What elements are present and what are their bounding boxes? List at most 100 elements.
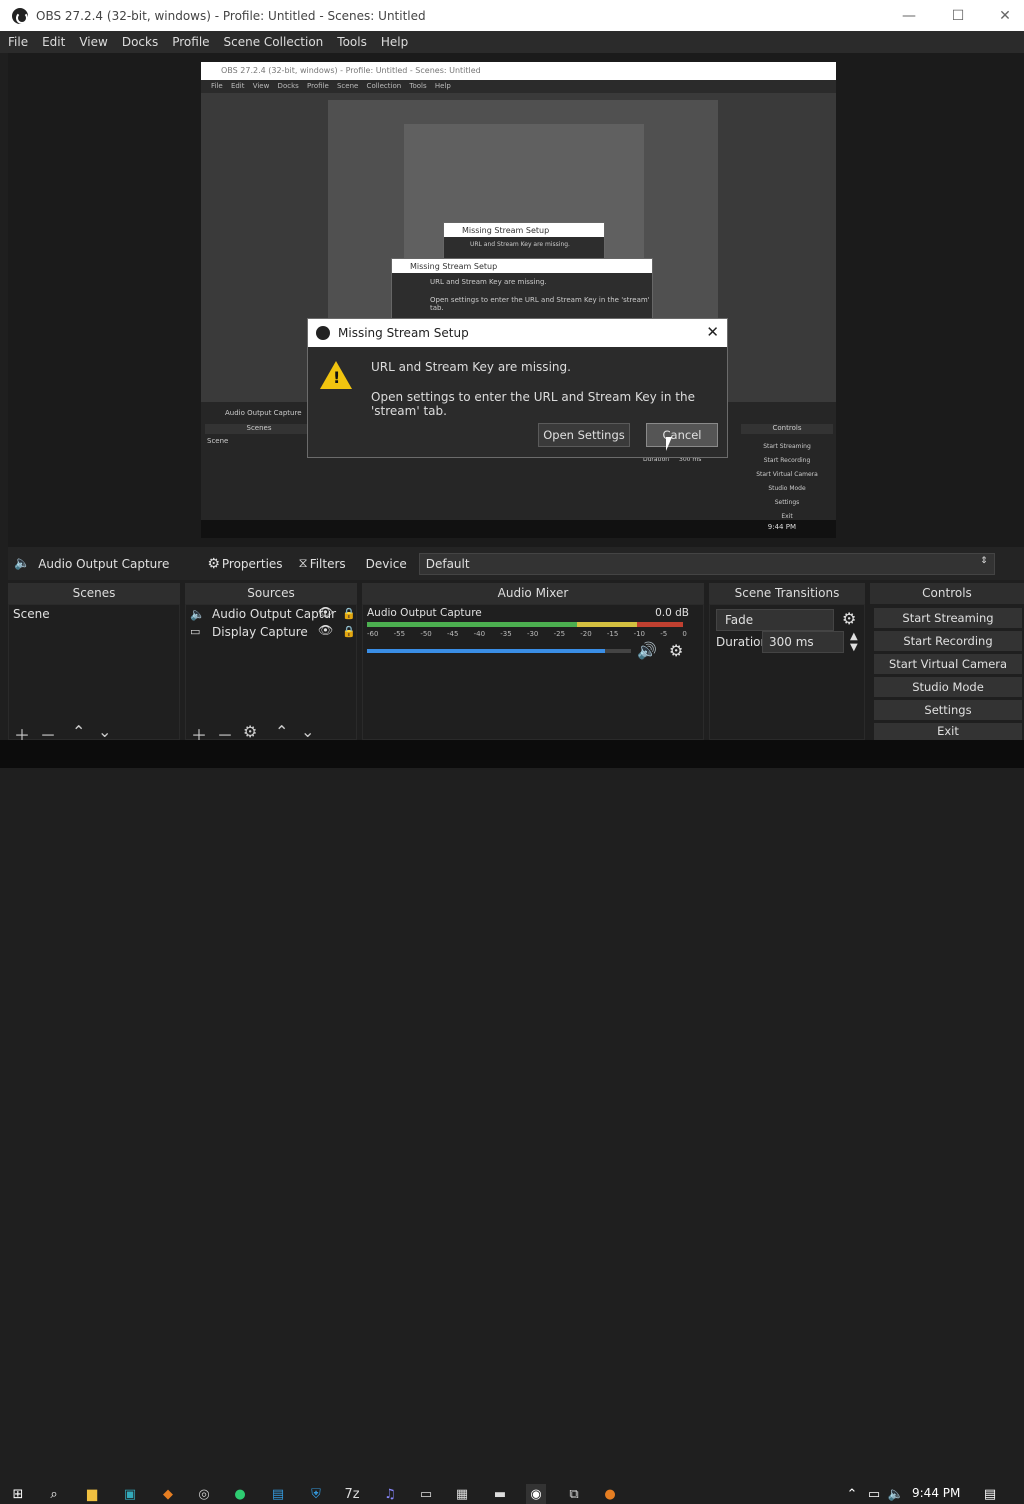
speaker-icon: 🔈 <box>190 607 205 621</box>
app-icon[interactable]: ▦ <box>452 1484 472 1504</box>
duration-value: 300 ms <box>769 635 814 649</box>
fox-icon[interactable]: ◆ <box>158 1484 178 1504</box>
preview-dialog-medium-title: Missing Stream Setup <box>392 259 652 273</box>
preview-canvas[interactable]: OBS 27.2.4 (32-bit, windows) - Profile: … <box>201 62 836 538</box>
mixer-scale: -60 -55 -50 -45 -40 -35 -30 -25 -20 -15 -10 -5 0 <box>367 630 687 638</box>
menu-docks[interactable]: Docks <box>122 35 158 49</box>
taskbar-clock[interactable]: 9:44 PM <box>912 1486 960 1500</box>
mixer-level: 0.0 dB <box>655 607 689 619</box>
close-button[interactable]: ✕ <box>982 0 1024 31</box>
menu-file[interactable]: File <box>8 35 28 49</box>
lock-icon[interactable]: 🔒 <box>342 607 356 620</box>
network-icon[interactable]: ▭ <box>864 1484 884 1504</box>
dialog-line2: Open settings to enter the URL and Strea… <box>371 390 695 418</box>
speaker-icon: 🔈 <box>14 556 31 571</box>
minimize-button[interactable]: — <box>886 0 932 31</box>
close-icon[interactable]: ✕ <box>706 323 719 341</box>
preview-dialog-medium: Missing Stream Setup URL and Stream Key … <box>391 258 653 322</box>
sources-header: Sources <box>185 583 357 604</box>
duration-input[interactable]: 300 ms <box>762 631 844 653</box>
volume-icon[interactable]: 🔈 <box>886 1484 906 1504</box>
menu-profile[interactable]: Profile <box>172 35 209 49</box>
preview-dialog-small-text: URL and Stream Key are missing. <box>470 241 570 248</box>
exit-button[interactable]: Exit <box>874 723 1022 740</box>
source-item-display[interactable]: Display Capture <box>212 625 308 639</box>
start-virtual-camera-button[interactable]: Start Virtual Camera <box>874 654 1022 674</box>
start-recording-button[interactable]: Start Recording <box>874 631 1022 651</box>
volume-slider[interactable] <box>367 649 631 653</box>
preview-dialog-small-title: Missing Stream Setup <box>444 223 604 237</box>
source-toolbar: 🔈 Audio Output Capture ⚙ Properties ⧖ Fi… <box>8 547 1024 580</box>
duration-label: Duration <box>716 635 769 649</box>
windows-taskbar: ⊞ ⌕ ▆ ▣ ◆ ◎ ● ▤ ⛨ 7z ♫ ▭ ▦ ▬ ◉ ⧉ ● ⌃ ▭ 🔈… <box>0 740 1024 1504</box>
preview-dialog-medium-line1: URL and Stream Key are missing. <box>430 278 547 286</box>
app-icon[interactable]: ⧉ <box>564 1484 584 1504</box>
gear-icon[interactable]: ⚙ <box>842 609 856 628</box>
app-icon[interactable]: ▤ <box>268 1484 288 1504</box>
lock-icon[interactable]: 🔒 <box>342 625 356 638</box>
terminal-icon[interactable]: ▭ <box>416 1484 436 1504</box>
preview-scene: Scene <box>207 437 229 445</box>
shield-icon[interactable]: ⛨ <box>306 1484 326 1504</box>
mouse-cursor-icon <box>666 437 678 451</box>
menu-tools[interactable]: Tools <box>337 35 367 49</box>
mixer-header: Audio Mixer <box>362 583 704 604</box>
move-down-icon[interactable]: ⌄ <box>301 722 314 741</box>
transition-select[interactable]: Fade <box>716 609 834 631</box>
menu-scene-collection[interactable]: Scene Collection <box>224 35 324 49</box>
move-up-icon[interactable]: ⌃ <box>275 722 288 741</box>
gear-icon[interactable]: ⚙ <box>669 641 683 660</box>
move-up-icon[interactable]: ⌃ <box>72 722 85 741</box>
scene-item[interactable]: Scene <box>9 605 179 623</box>
chevron-updown-icon: ⇕ <box>980 555 988 566</box>
app-icon[interactable]: ▬ <box>490 1484 510 1504</box>
device-select[interactable]: Default ⇕ <box>418 552 995 575</box>
preview-start-recording: Start Recording <box>763 457 811 464</box>
preview-scenes-head: Scenes <box>205 424 313 434</box>
preview-taskbar: 9:44 PM <box>201 520 836 538</box>
studio-mode-button[interactable]: Studio Mode <box>874 677 1022 697</box>
menu-view[interactable]: View <box>79 35 107 49</box>
preview-dialog-medium-line2: Open settings to enter the URL and Strea… <box>430 296 650 312</box>
controls-header: Controls <box>870 583 1024 604</box>
stepper-icon[interactable]: ▲ ▼ <box>850 631 858 653</box>
move-down-icon[interactable]: ⌄ <box>98 722 111 741</box>
7zip-icon[interactable]: 7z <box>342 1484 362 1504</box>
settings-button[interactable]: Settings <box>874 700 1022 720</box>
device-label: Device <box>365 556 407 571</box>
cancel-button[interactable]: Cancel <box>646 423 718 447</box>
globe-icon[interactable]: ● <box>230 1484 250 1504</box>
start-streaming-button[interactable]: Start Streaming <box>874 608 1022 628</box>
properties-button[interactable]: Properties <box>222 557 283 571</box>
folder-icon[interactable]: ▆ <box>82 1484 102 1504</box>
preview-controls-head: Controls <box>741 424 833 434</box>
app-icon[interactable]: ♫ <box>380 1484 400 1504</box>
eye-icon[interactable]: 👁 <box>318 623 333 637</box>
transitions-panel: Fade ⚙ Duration 300 ms ▲ ▼ <box>709 604 865 740</box>
search-icon[interactable]: ⌕ <box>44 1484 64 1504</box>
app-icon[interactable]: ▣ <box>120 1484 140 1504</box>
gear-icon[interactable]: ⚙ <box>243 722 257 741</box>
preview-title: OBS 27.2.4 (32-bit, windows) - Profile: … <box>201 62 836 80</box>
menu-help[interactable]: Help <box>381 35 408 49</box>
menu-bar: File Edit View Docks Profile Scene Colle… <box>0 31 1024 53</box>
open-settings-button[interactable]: Open Settings <box>538 423 630 447</box>
preview-studio-mode: Studio Mode <box>768 485 806 492</box>
obs-logo-icon <box>12 7 28 24</box>
obs-icon[interactable]: ◎ <box>194 1484 214 1504</box>
firefox-icon[interactable]: ● <box>600 1484 620 1504</box>
filters-button[interactable]: Filters <box>310 557 346 571</box>
eye-icon[interactable]: 👁 <box>318 605 333 619</box>
notification-icon[interactable]: ▤ <box>980 1484 1000 1504</box>
maximize-button[interactable]: ☐ <box>935 0 981 31</box>
scenes-panel: Scene <box>8 604 180 740</box>
windows-start-icon[interactable]: ⊞ <box>8 1484 28 1504</box>
speaker-icon[interactable]: 🔊 <box>637 641 657 660</box>
preview-audio-output: Audio Output Capture <box>225 409 302 417</box>
mixer-panel: Audio Output Capture 0.0 dB -60 -55 -50 -45… <box>362 604 704 740</box>
mixer-title: Audio Mixer <box>497 586 569 600</box>
menu-edit[interactable]: Edit <box>42 35 65 49</box>
obs-icon[interactable]: ◉ <box>526 1484 546 1504</box>
window-title: OBS 27.2.4 (32-bit, windows) - Profile: … <box>36 8 426 23</box>
chevron-up-icon[interactable]: ⌃ <box>842 1484 862 1504</box>
